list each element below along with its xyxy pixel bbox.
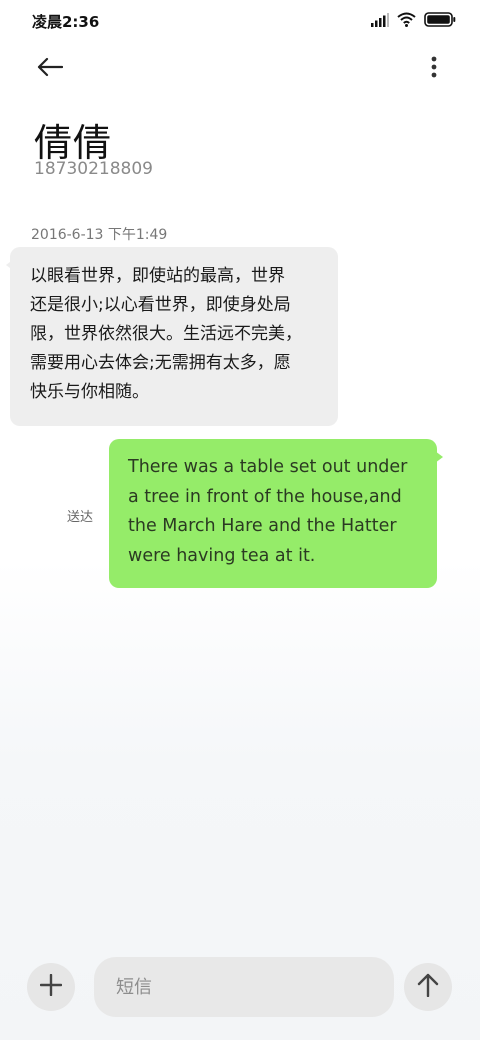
signal-icon (371, 12, 389, 27)
arrow-up-icon (417, 973, 439, 1001)
contact-number: 18730218809 (34, 159, 153, 179)
message-line: the March Hare and the Hatter (128, 516, 397, 536)
send-button[interactable] (404, 963, 452, 1011)
message-line: were having tea at it. (128, 545, 316, 566)
plus-icon (39, 973, 63, 1000)
message-line: 快乐与你相随。 (30, 382, 149, 402)
add-attachment-button[interactable] (27, 963, 75, 1011)
more-vertical-icon (431, 56, 437, 82)
sent-message-bubble[interactable]: There was a table set out under a tree i… (109, 439, 443, 588)
status-time: 凌晨2:36 (32, 13, 100, 31)
more-options-button[interactable] (424, 54, 444, 84)
bubble-tail (435, 451, 443, 463)
message-line: 限，世界依然很大。生活远不完美， (30, 324, 302, 344)
message-line: 还是很小;以心看世界，即使身处局 (30, 295, 291, 315)
message-line: There was a table set out under (128, 457, 408, 477)
wifi-icon (397, 12, 416, 27)
message-line: 以眼看世界，即使站的最高，世界 (30, 266, 285, 286)
status-icons (371, 12, 456, 27)
arrow-left-icon (37, 57, 64, 81)
message-line: 需要用心去体会;无需拥有太多，愿 (30, 353, 291, 373)
message-line: a tree in front of the house,and (128, 486, 402, 507)
message-timestamp: 2016-6-13 下午1:49 (31, 227, 168, 243)
delivery-status: 送达 (67, 510, 94, 525)
back-button[interactable] (30, 54, 70, 84)
received-message-bubble[interactable]: 以眼看世界，即使站的最高，世界 还是很小;以心看世界，即使身处局 限，世界依然很… (6, 247, 338, 426)
status-bar: 凌晨2:36 (0, 0, 480, 42)
battery-icon (424, 12, 456, 27)
bubble-tail (6, 259, 14, 271)
message-input[interactable] (94, 957, 394, 1017)
